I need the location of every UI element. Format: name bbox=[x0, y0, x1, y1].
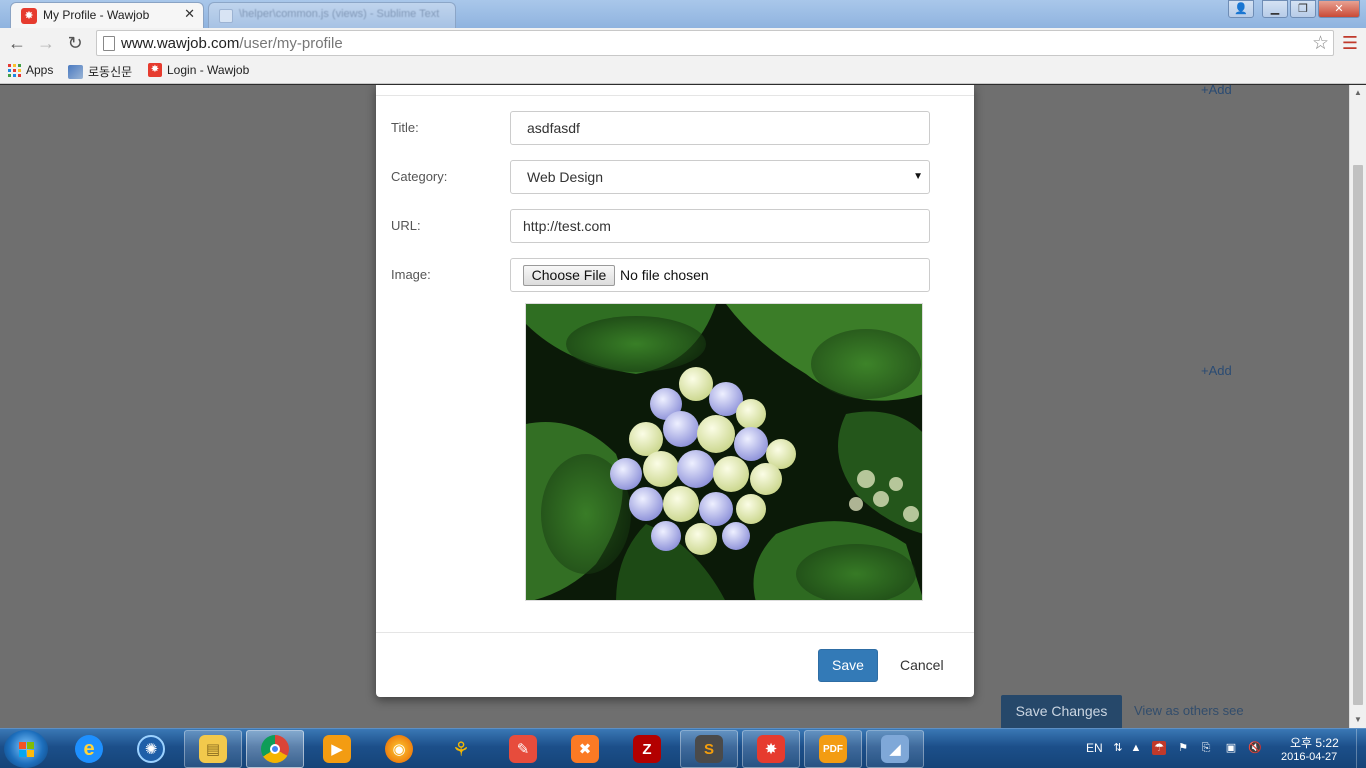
page-icon bbox=[103, 36, 115, 51]
cancel-button[interactable]: Cancel bbox=[900, 657, 944, 673]
address-url: www.wawjob.com/user/my-profile bbox=[121, 35, 343, 52]
clock-time[interactable]: 오후 5:22 bbox=[1290, 734, 1339, 751]
divider bbox=[376, 95, 974, 96]
wawjob-icon: ✸ bbox=[21, 8, 37, 24]
tab-sublime[interactable]: \helper\common.js (views) - Sublime Text bbox=[208, 2, 456, 28]
view-as-others-link[interactable]: View as others see bbox=[1134, 703, 1244, 718]
chrome-icon[interactable] bbox=[246, 730, 304, 768]
dropdown-arrow-icon: ▼ bbox=[913, 171, 923, 182]
divider bbox=[376, 632, 974, 633]
bookmark-star-icon[interactable]: ☆ bbox=[1312, 32, 1329, 55]
volume-muted-icon[interactable]: 🔇 bbox=[1248, 741, 1262, 755]
scroll-up-arrow-icon[interactable]: ▲ bbox=[1350, 85, 1366, 101]
scroll-thumb[interactable] bbox=[1353, 165, 1363, 705]
user-profile-button[interactable]: 👤 bbox=[1228, 0, 1254, 18]
antivirus-icon[interactable]: ☂ bbox=[1152, 741, 1166, 755]
add-link[interactable]: +Add bbox=[1201, 85, 1232, 97]
windows-logo-icon bbox=[19, 742, 34, 757]
file-status: No file chosen bbox=[620, 267, 709, 283]
page-icon bbox=[219, 9, 233, 23]
apps-grid-icon bbox=[8, 63, 21, 77]
bookmarks-bar: Apps 로동신문 ✸ Login - Wawjob bbox=[0, 58, 1366, 84]
page-scrollbar[interactable]: ▲ ▼ bbox=[1349, 85, 1366, 728]
choose-file-button[interactable]: Choose File bbox=[523, 265, 615, 286]
window-controls: ▁ ❐ ✕ bbox=[1262, 0, 1360, 18]
file-explorer-icon[interactable]: ▤ bbox=[184, 730, 242, 768]
browser-titlebar: ✸ My Profile - Wawjob ✕ \helper\common.j… bbox=[0, 0, 1366, 28]
tab-title: My Profile - Wawjob bbox=[43, 8, 150, 22]
page-overlay: +Add +Add Save Changes View as others se… bbox=[0, 85, 1349, 728]
url-input[interactable]: http://test.com bbox=[510, 209, 930, 243]
paint-tool-icon[interactable]: ✎ bbox=[494, 730, 552, 768]
usb-icon[interactable]: ⎘ bbox=[1199, 741, 1213, 755]
add-link[interactable]: +Add bbox=[1201, 363, 1232, 378]
hydrangea-image bbox=[526, 304, 922, 600]
language-indicator[interactable]: EN bbox=[1086, 741, 1103, 755]
news-icon bbox=[68, 64, 83, 79]
image-label: Image: bbox=[391, 267, 431, 282]
dolphin-app-icon[interactable]: ◢ bbox=[866, 730, 924, 768]
tab-my-profile[interactable]: ✸ My Profile - Wawjob ✕ bbox=[10, 2, 204, 28]
tab-title: \helper\common.js (views) - Sublime Text bbox=[239, 8, 440, 20]
xampp-icon[interactable]: ✖ bbox=[556, 730, 614, 768]
show-desktop-button[interactable] bbox=[1356, 729, 1366, 768]
windows-taskbar: e ✺ ▤ ▶ ◉ ⚘ ✎ ✖ Z S ✸ PDF ◢ EN ⇅ ▲ ☂ ⚑ ⎘… bbox=[0, 728, 1366, 768]
close-tab-icon[interactable]: ✕ bbox=[184, 6, 195, 22]
clock-date[interactable]: 2016-04-27 bbox=[1281, 751, 1337, 763]
scroll-down-arrow-icon[interactable]: ▼ bbox=[1350, 712, 1366, 728]
back-button[interactable]: ← bbox=[6, 32, 28, 54]
butterfly-app-icon[interactable]: ⚘ bbox=[432, 730, 490, 768]
bookmark-apps[interactable]: Apps bbox=[8, 63, 53, 77]
title-input[interactable]: asdfasdf bbox=[510, 111, 930, 145]
image-preview bbox=[525, 303, 923, 601]
firefox-icon[interactable]: ◉ bbox=[370, 730, 428, 768]
image-file-input[interactable]: Choose File No file chosen bbox=[510, 258, 930, 292]
pdf-tool-icon[interactable]: PDF bbox=[804, 730, 862, 768]
media-center-icon[interactable]: ✺ bbox=[122, 730, 180, 768]
title-label: Title: bbox=[391, 120, 419, 135]
wawjob-icon[interactable]: ✸ bbox=[742, 730, 800, 768]
address-bar[interactable]: www.wawjob.com/user/my-profile ☆ bbox=[96, 30, 1334, 56]
media-player-icon[interactable]: ▶ bbox=[308, 730, 366, 768]
close-window-button[interactable]: ✕ bbox=[1318, 0, 1360, 18]
wawjob-icon: ✸ bbox=[148, 63, 162, 77]
browser-toolbar: ← → ↻ www.wawjob.com/user/my-profile ☆ ☰ bbox=[0, 28, 1366, 58]
reload-button[interactable]: ↻ bbox=[64, 32, 86, 54]
restore-button[interactable]: ❐ bbox=[1290, 0, 1316, 18]
network-icon[interactable]: ▣ bbox=[1224, 741, 1238, 755]
minimize-button[interactable]: ▁ bbox=[1262, 0, 1288, 18]
start-button[interactable] bbox=[4, 730, 48, 768]
save-button[interactable]: Save bbox=[818, 649, 878, 682]
forward-button[interactable]: → bbox=[35, 32, 57, 54]
internet-explorer-icon[interactable]: e bbox=[60, 730, 118, 768]
category-label: Category: bbox=[391, 169, 448, 184]
show-hidden-icons[interactable]: ▲ bbox=[1129, 741, 1143, 755]
bookmark-news[interactable]: 로동신문 bbox=[68, 63, 132, 80]
bookmark-login-wawjob[interactable]: ✸ Login - Wawjob bbox=[148, 63, 249, 77]
sublime-text-icon[interactable]: S bbox=[680, 730, 738, 768]
chrome-menu-icon[interactable]: ☰ bbox=[1342, 33, 1358, 54]
url-label: URL: bbox=[391, 218, 421, 233]
portfolio-modal: Title: asdfasdf Category: Web Design ▼ U… bbox=[376, 85, 974, 697]
filezilla-icon[interactable]: Z bbox=[618, 730, 676, 768]
action-center-flag-icon[interactable]: ⚑ bbox=[1176, 741, 1190, 755]
input-method-icon[interactable]: ⇅ bbox=[1111, 741, 1125, 755]
category-select[interactable]: Web Design ▼ bbox=[510, 160, 930, 194]
save-changes-button[interactable]: Save Changes bbox=[1001, 695, 1122, 728]
